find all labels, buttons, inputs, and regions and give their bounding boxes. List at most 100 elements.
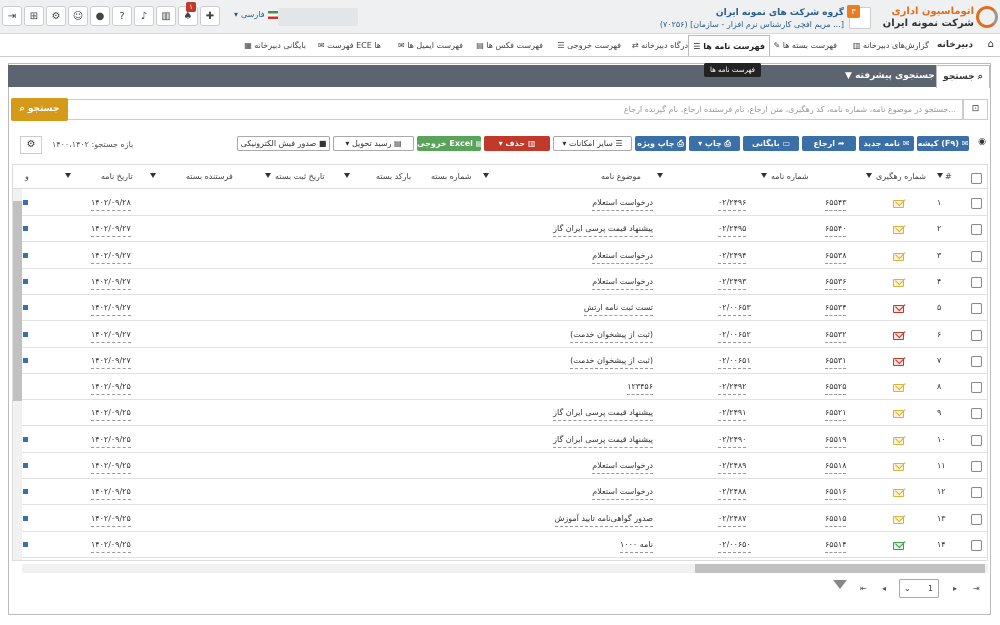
subject-value[interactable]: درخواست استعلام [592, 486, 653, 501]
col-header-index[interactable]: # [937, 165, 952, 189]
delete-button[interactable]: ▾ حذف ▥ [484, 136, 550, 151]
top-search-box[interactable] [278, 8, 358, 26]
subject-value[interactable]: نامه ۱۰۰۰ [620, 539, 653, 553]
table-row[interactable]: ۱۰ ۶۵۵۱۹ ۰۲/۲۴۹۰ پیشنهاد قیمت پرسی ایران گا… [13, 427, 987, 453]
subject-value[interactable]: تست ثبت نامه ارتش [583, 302, 653, 317]
number-value[interactable]: ۰۲/۰۰۶۵۲ [718, 329, 751, 343]
subject-value[interactable]: درخواست استعلام [592, 276, 653, 290]
row-checkbox[interactable] [971, 198, 982, 209]
search-tab[interactable]: جستجو ⌕ [936, 65, 990, 88]
puzzle-icon[interactable]: ✚ [200, 6, 220, 26]
number-value[interactable]: ۰۲/۲۴۹۵ [718, 223, 747, 238]
number-value[interactable]: ۰۲/۰۰۶۵۱ [718, 355, 751, 369]
number-value[interactable]: ۰۲/۲۴۹۲ [718, 381, 747, 396]
archive-button[interactable]: بایگانی ▭ [743, 136, 799, 151]
row-checkbox[interactable] [971, 250, 982, 262]
number-value[interactable]: ۰۲/۲۴۹۳ [718, 276, 747, 290]
table-row[interactable]: ۹ ۶۵۵۲۱ ۰۲/۲۴۹۱ پیشنهاد قیمت پرسی ایران گاز… [13, 400, 987, 427]
language-selector[interactable]: ▾ فارسی [234, 10, 280, 19]
home-icon[interactable]: ⌂ [988, 39, 994, 50]
filter-icon[interactable] [265, 173, 271, 178]
bell-icon[interactable]: ♠ ۱ [178, 2, 198, 26]
table-row[interactable]: ۱۲ ۶۵۵۱۶ ۰۲/۲۴۸۸ درخواست استعلام ۱۴۰۲/۰۹/۲۵ [13, 479, 987, 506]
table-row[interactable]: ۶ ۶۵۵۳۲ ۰۲/۰۰۶۵۲ (ثبت از پیشخوان خدمت) ۱۴۰۲/… [13, 322, 987, 348]
subject-value[interactable]: پیشنهاد قیمت پرسی ایران گاز [553, 407, 653, 422]
number-value[interactable]: ۰۲/۲۴۸۷ [718, 513, 747, 527]
tab-gateway[interactable]: ⇄ درگاه دبیرخانه [628, 35, 692, 56]
col-header-package-date[interactable]: تاریخ ثبت بسته [265, 165, 325, 189]
tracking-value[interactable]: ۶۵۵۳۲ [825, 329, 847, 343]
col-header-tracking[interactable]: شماره رهگیری [866, 165, 926, 189]
row-checkbox[interactable] [971, 303, 982, 315]
gear-icon[interactable]: ⚙ [20, 136, 42, 154]
other-options-button[interactable]: ▾ سایر امکانات ☰ [553, 136, 632, 151]
tracking-value[interactable]: ۶۵۵۱۸ [825, 460, 847, 474]
filter-icon[interactable] [657, 173, 663, 178]
tab-archive[interactable]: ▦ بایگانی دبیرخانه [240, 35, 310, 56]
clear-filter-icon[interactable] [833, 580, 847, 589]
tracking-value[interactable]: ۶۵۵۱۹ [825, 434, 847, 448]
number-value[interactable]: ۰۲/۰۰۶۵۳ [718, 302, 751, 317]
table-row[interactable]: ۷ ۶۵۵۳۱ ۰۲/۰۰۶۵۱ (ثبت از پیشخوان خدمت) ۱۴۰۲/… [13, 348, 987, 374]
tracking-value[interactable]: ۶۵۵۳۴ [825, 302, 847, 317]
receipt-button[interactable]: ▾ رسید تحویل ▤ [333, 136, 414, 151]
number-value[interactable]: ۰۲/۲۴۹۶ [718, 197, 747, 211]
tracking-value[interactable]: ۶۵۵۱۴ [825, 539, 847, 553]
last-page-icon[interactable]: ⇥ [973, 584, 980, 593]
row-checkbox[interactable] [971, 513, 982, 525]
scrollbar-thumb[interactable] [13, 201, 22, 401]
special-print-button[interactable]: چاپ ویژه ⎙ [635, 136, 686, 151]
row-checkbox[interactable] [971, 382, 982, 394]
number-value[interactable]: ۰۲/۲۴۹۱ [718, 407, 747, 422]
refer-button[interactable]: ارجاع ➦ [802, 136, 856, 151]
tab-secretariat-reports[interactable]: ▥ گزارش‌های دبیرخانه [849, 35, 933, 56]
col-header-barcode[interactable]: بارکد بسته [344, 165, 411, 189]
tracking-value[interactable]: ۶۵۵۱۵ [825, 513, 847, 527]
subject-value[interactable]: پیشنهاد قیمت پرسی ایران گاز [553, 223, 653, 238]
excel-button[interactable]: خروجی Excel ▤ [417, 136, 483, 151]
row-checkbox[interactable] [971, 329, 982, 341]
first-page-icon[interactable]: ⇤ [860, 584, 867, 593]
subject-value[interactable]: (ثبت از پیشخوان خدمت) [570, 329, 653, 343]
table-row[interactable]: ۴ ۶۵۵۳۶ ۰۲/۲۴۹۳ درخواست استعلام ۱۴۰۲/۰۹/۲۷ [13, 269, 987, 295]
filter-icon[interactable] [483, 173, 489, 178]
number-value[interactable]: ۰۲/۲۴۹۰ [718, 434, 747, 448]
print-button[interactable]: ▾ چاپ ⎙ [689, 136, 740, 151]
chart-icon[interactable]: ▥ [156, 6, 176, 26]
org-chart-icon[interactable]: ⊞ [24, 6, 44, 26]
chat-icon[interactable]: ● [90, 6, 110, 26]
table-row[interactable]: ۵ ۶۵۵۳۴ ۰۲/۰۰۶۵۳ تست ثبت نامه ارتش ۱۴۰۲/۰۹/۲… [13, 295, 987, 322]
tab-faxes[interactable]: ▤ فهرست فکس ها [472, 35, 547, 56]
users-icon[interactable]: ☺ [68, 6, 88, 26]
expand-icon[interactable]: ⊡ [963, 99, 988, 120]
filter-icon[interactable] [761, 173, 767, 178]
advanced-search-tab[interactable]: ▼ جستجوی پیشرفته [845, 65, 935, 87]
vertical-scrollbar[interactable] [13, 189, 22, 560]
number-value[interactable]: ۰۲/۰۰۶۵۰ [718, 539, 751, 553]
search-input[interactable]: جستجو در موضوع نامه، شماره نامه، کد رهگی… [67, 99, 963, 120]
col-header-extra[interactable]: و [25, 165, 29, 189]
tracking-value[interactable]: ۶۵۵۱۶ [825, 486, 847, 501]
tab-outgoing[interactable]: ☰ فهرست خروجی [553, 35, 625, 56]
filter-icon[interactable] [344, 173, 350, 178]
filter-icon[interactable] [150, 173, 156, 178]
number-value[interactable]: ۰۲/۲۴۸۸ [718, 486, 747, 501]
filter-icon[interactable] [65, 173, 71, 178]
draft-button[interactable]: کپشه (F۹) ✉ [917, 136, 969, 151]
row-checkbox[interactable] [971, 539, 982, 551]
table-row[interactable]: ۸ ۶۵۵۲۵ ۰۲/۲۴۹۲ ۱۲۳۴۵۶ ۱۴۰۲/۰۹/۲۵ [13, 374, 987, 401]
number-value[interactable]: ۰۲/۲۴۹۴ [718, 250, 747, 264]
row-checkbox[interactable] [971, 355, 982, 367]
table-row[interactable]: ۱۳ ۶۵۵۱۵ ۰۲/۲۴۸۷ صدور گواهی‌نامه تایید آموز… [13, 506, 987, 532]
settings-icon[interactable]: ⚙ [46, 6, 66, 26]
number-value[interactable]: ۰۲/۲۴۸۹ [718, 460, 747, 474]
search-button[interactable]: ⌕ جستجو [11, 98, 68, 121]
tab-letters[interactable]: ☰ فهرست نامه ها [688, 35, 770, 56]
tab-emails[interactable]: ✉ فهرست ایمیل ها [394, 35, 467, 56]
horizontal-scrollbar[interactable] [22, 564, 988, 573]
subject-value[interactable]: پیشنهاد قیمت پرسی ایران گاز [553, 434, 653, 448]
subject-value[interactable]: ۱۲۳۴۵۶ [627, 381, 653, 396]
user-info[interactable]: (۷۰۲۵۶) [مریم افچی کارشناس نرم افزار - س… [660, 19, 844, 31]
col-header-sender[interactable]: فرستنده بسته [150, 165, 233, 189]
tracking-value[interactable]: ۶۵۵۲۱ [825, 407, 847, 422]
